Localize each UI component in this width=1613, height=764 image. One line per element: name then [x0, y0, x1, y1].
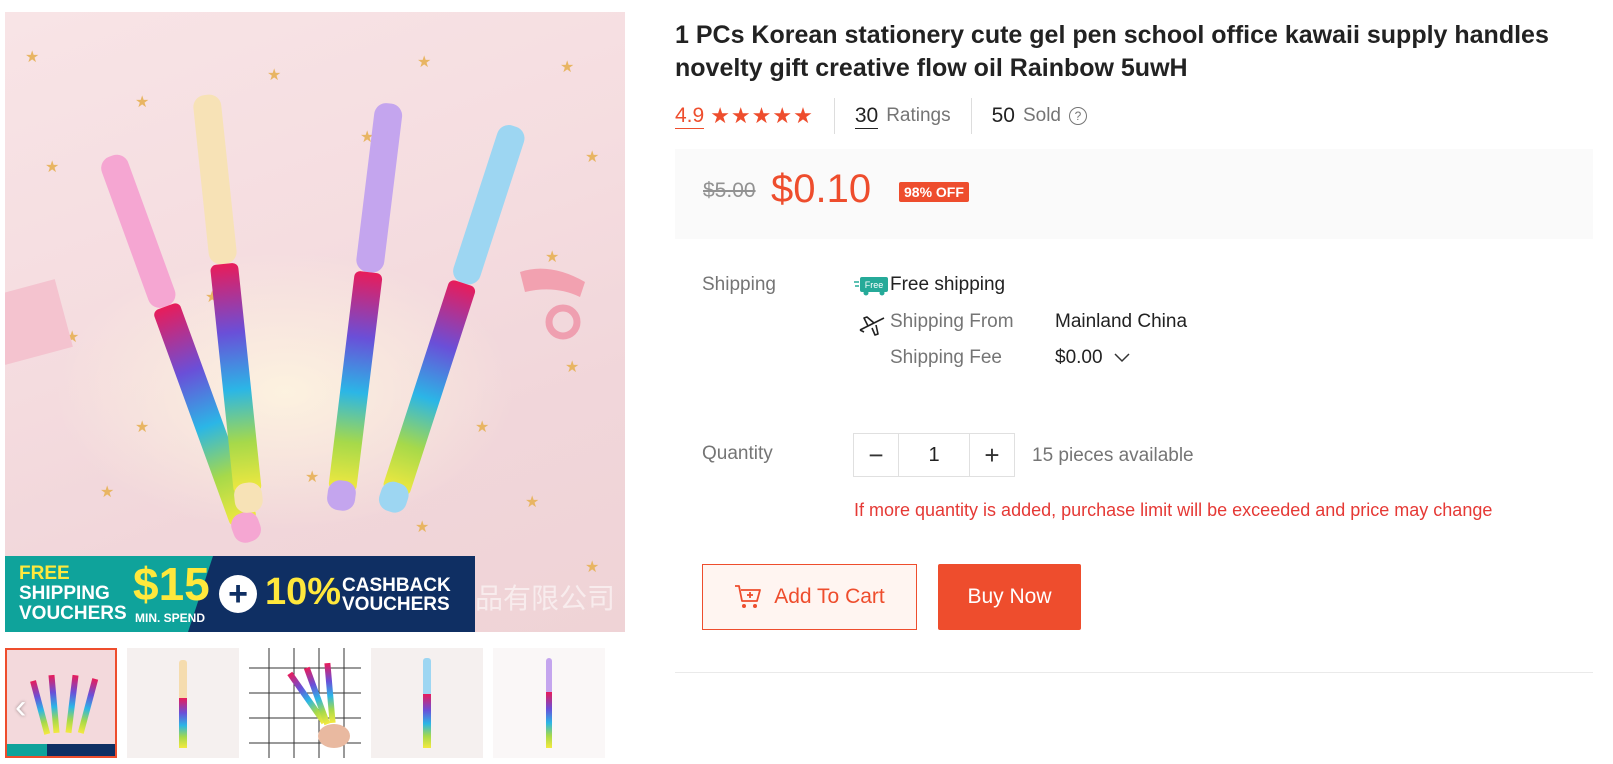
thumbnail-2[interactable]	[127, 648, 239, 758]
promo-amount: $15	[133, 558, 210, 610]
promo-plus-icon: +	[219, 575, 257, 613]
svg-text:★: ★	[135, 92, 149, 111]
quantity-stepper: − 1 +	[853, 433, 1015, 477]
cart-add-icon	[735, 585, 762, 608]
thumbnail-4-image	[371, 648, 483, 758]
thumbnail-4[interactable]	[371, 648, 483, 758]
discount-badge: 98% OFF	[899, 182, 969, 202]
airplane-icon	[859, 316, 885, 336]
product-title: 1 PCs Korean stationery cute gel pen sch…	[675, 21, 1549, 82]
promo-free-line1: FREE	[19, 563, 70, 584]
ratings-label: Ratings	[886, 105, 951, 126]
promo-percent: 10%	[265, 571, 342, 613]
shipping-fee-dropdown[interactable]: $0.00	[1055, 347, 1130, 369]
free-badge-text: Free	[865, 280, 884, 290]
shipping-from-label: Shipping From	[890, 311, 1014, 332]
svg-text:★: ★	[525, 492, 539, 511]
sold-label: Sold	[1022, 105, 1061, 126]
promo-free-line3: VOUCHERS	[19, 603, 127, 624]
free-shipping-truck-icon: Free	[854, 277, 888, 296]
svg-text:★: ★	[585, 557, 599, 576]
section-divider	[675, 672, 1593, 673]
svg-text:★: ★	[267, 65, 281, 84]
svg-text:★: ★	[25, 47, 39, 66]
svg-text:★: ★	[135, 417, 149, 436]
promo-free-line2: SHIPPING	[19, 583, 110, 604]
thumbnail-3[interactable]	[249, 648, 361, 758]
current-price: $0.10	[771, 167, 872, 211]
main-product-image[interactable]: ★★★ ★★★ ★★★ ★★★ ★★★ ★★★ ★★	[5, 12, 625, 632]
svg-text:★: ★	[560, 57, 574, 76]
thumbnail-strip: ‹	[5, 648, 625, 760]
price-section: $5.00 $0.10 98% OFF	[675, 149, 1593, 239]
thumbnail-3-image	[249, 648, 361, 758]
original-price: $5.00	[703, 179, 756, 202]
svg-text:★: ★	[475, 417, 489, 436]
thumbnail-5[interactable]	[493, 648, 605, 758]
stock-available: 15 pieces available	[1032, 445, 1194, 466]
free-shipping-text: Free shipping	[890, 274, 1006, 295]
ratings-count[interactable]: 30	[854, 104, 879, 129]
svg-text:★: ★	[415, 517, 429, 536]
quantity-decrease-button[interactable]: −	[854, 434, 898, 476]
svg-text:★: ★	[585, 147, 599, 166]
promo-cashback: CASHBACK VOUCHERS	[342, 576, 451, 614]
divider	[833, 98, 835, 134]
promo-cashback-line1: CASHBACK	[342, 575, 451, 596]
promo-cashback-line2: VOUCHERS	[342, 594, 450, 615]
shipping-label: Shipping	[702, 274, 776, 295]
shipping-from-value: Mainland China	[1055, 311, 1188, 332]
pens-illustration: ★★★ ★★★ ★★★ ★★★ ★★★ ★★★ ★★	[5, 47, 599, 576]
rating-stars-icon: ★★★★★	[710, 103, 814, 128]
quantity-input[interactable]: 1	[898, 434, 970, 476]
promo-min-spend: MIN. SPEND	[135, 611, 206, 625]
shipping-fee-value: $0.00	[1055, 347, 1103, 368]
quantity-label: Quantity	[702, 443, 773, 464]
sold-count: 50	[991, 104, 1015, 127]
thumbnail-2-image	[127, 648, 239, 758]
divider	[970, 98, 972, 134]
question-circle-icon[interactable]: ?	[1069, 107, 1087, 125]
rating-row: 4.9 ★★★★★ 30 Ratings 50 Sold ?	[675, 96, 1087, 136]
svg-text:★: ★	[100, 482, 114, 501]
svg-text:★: ★	[565, 357, 579, 376]
svg-text:★: ★	[45, 157, 59, 176]
promo-free-shipping: FREE SHIPPING VOUCHERS	[19, 564, 127, 624]
chevron-down-icon	[1114, 353, 1130, 363]
svg-text:★: ★	[417, 52, 431, 71]
thumbnail-1[interactable]: ‹	[5, 648, 117, 758]
purchase-limit-warning: If more quantity is added, purchase limi…	[854, 500, 1493, 520]
buy-now-button[interactable]: Buy Now	[938, 564, 1081, 630]
shipping-fee-label: Shipping Fee	[890, 347, 1002, 368]
promo-banner: FREE SHIPPING VOUCHERS $15 MIN. SPEND + …	[5, 556, 475, 632]
add-to-cart-button[interactable]: Add To Cart	[702, 564, 917, 630]
svg-text:★: ★	[305, 467, 319, 486]
rating-value[interactable]: 4.9	[675, 104, 705, 129]
add-to-cart-label: Add To Cart	[774, 585, 885, 608]
quantity-increase-button[interactable]: +	[970, 434, 1014, 476]
thumbnail-5-image	[493, 648, 605, 758]
chevron-left-icon[interactable]: ‹	[15, 690, 26, 724]
svg-text:★: ★	[545, 247, 559, 266]
image-watermark: 品有限公司	[475, 583, 616, 614]
